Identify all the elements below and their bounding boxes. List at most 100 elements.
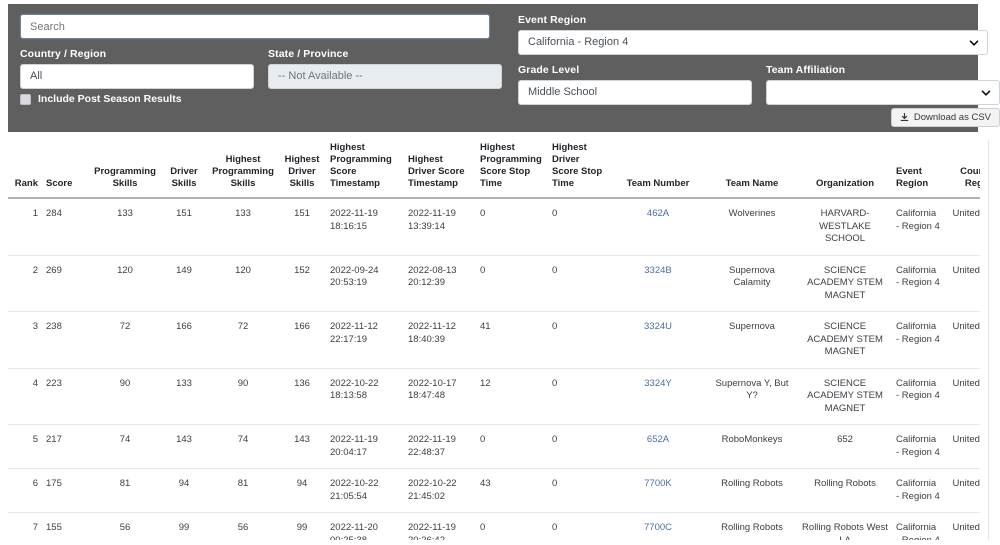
country-state-row: Country / Region All State / Province --… [20,48,502,89]
download-icon [900,113,909,122]
include-post-season-row: Include Post Season Results [20,93,502,106]
cell-event-region: California - Region 4 [892,424,944,469]
column-header-highest-driver-score-stop-time[interactable]: Highest Driver Score Stop Time [548,138,610,199]
cell-team-name: Supernova Calamity [706,255,798,312]
cell-highest-driver-score-timestamp-time: 21:45:02 [408,490,445,502]
table-row: 7 155 56 99 56 99 2022-11-20 00:25:38 2022-11-19… [8,512,980,540]
team-number-link[interactable]: 3324U [644,321,672,332]
grade-affiliation-row: Grade Level Middle School Team Affiliati… [518,64,1000,105]
cell-highest-driver-score-timestamp: 2022-11-19 13:39:14 [404,198,476,256]
team-affiliation-field: Team Affiliation [766,64,1000,105]
filter-column-right: Event Region California - Region 4 Grade… [518,14,1000,127]
column-header-highest-driver-score-timestamp[interactable]: Highest Driver Score Timestamp [404,138,476,199]
event-region-select[interactable]: California - Region 4 [518,30,988,55]
cell-programming-skills: 133 [90,198,160,256]
cell-driver-skills: 99 [160,512,208,540]
filter-panel: Country / Region All State / Province --… [8,4,1000,132]
cell-highest-programming-score-stop-time: 0 [476,424,548,469]
table-row: 5 217 74 143 74 143 2022-11-19 20:04:17 2022-11-… [8,424,980,469]
column-header-highest-programming-skills[interactable]: Highest Programming Skills [208,138,278,199]
cell-team-number: 3324B [610,255,706,312]
cell-highest-driver-score-timestamp-date: 2022-08-13 [408,264,457,276]
cell-highest-programming-skills: 120 [208,255,278,312]
download-csv-button[interactable]: Download as CSV [890,108,1000,127]
cell-highest-programming-score-timestamp: 2022-11-12 22:17:19 [326,311,404,369]
cell-event-region: California - Region 4 [892,512,944,540]
cell-score: 175 [42,468,90,513]
team-number-link[interactable]: 3324Y [644,378,671,389]
cell-driver-skills: 151 [160,198,208,256]
team-number-link[interactable]: 3324B [644,265,671,276]
cell-team-name: Wolverines [706,198,798,256]
cell-country-region: United States [944,368,980,425]
column-header-team-number[interactable]: Team Number [610,138,706,199]
column-header-highest-driver-skills[interactable]: Highest Driver Skills [278,138,326,199]
team-number-link[interactable]: 7700K [644,478,671,489]
cell-score: 223 [42,368,90,425]
country-region-field: Country / Region All [20,48,254,89]
column-header-event-region[interactable]: Event Region [892,138,944,199]
team-affiliation-select[interactable] [766,80,1000,105]
cell-driver-skills: 143 [160,424,208,469]
cell-highest-programming-score-timestamp-time: 22:17:19 [330,333,367,345]
standings-table: Rank Score Programming Skills Driver Ski… [8,138,980,540]
cell-highest-driver-skills: 136 [278,368,326,425]
cell-country-region: United States [944,255,980,312]
cell-programming-skills: 81 [90,468,160,513]
cell-rank: 5 [8,424,42,469]
column-header-country-region[interactable]: Country / Region [944,138,980,199]
cell-organization: Rolling Robots [798,468,892,513]
cell-highest-driver-skills: 143 [278,424,326,469]
cell-rank: 4 [8,368,42,425]
standings-table-container[interactable]: Rank Score Programming Skills Driver Ski… [8,138,980,540]
table-row: 1 284 133 151 133 151 2022-11-19 18:16:15 2022-1… [8,198,980,256]
cell-highest-driver-score-stop-time: 0 [548,368,610,425]
state-province-select: -- Not Available -- [268,64,502,89]
column-header-team-name[interactable]: Team Name [706,138,798,199]
cell-highest-programming-score-timestamp: 2022-09-24 20:53:19 [326,255,404,312]
cell-highest-driver-score-timestamp-date: 2022-11-19 [408,434,456,445]
cell-highest-driver-score-timestamp: 2022-08-13 20:12:39 [404,255,476,312]
state-province-field: State / Province -- Not Available -- [268,48,502,89]
column-header-highest-programming-score-timestamp[interactable]: Highest Programming Score Timestamp [326,138,404,199]
cell-highest-driver-skills: 151 [278,198,326,256]
cell-highest-programming-score-timestamp-time: 21:05:54 [330,490,367,502]
cell-team-number: 3324U [610,311,706,369]
column-header-programming-skills[interactable]: Programming Skills [90,138,160,199]
cell-highest-programming-score-timestamp-time: 18:16:15 [330,220,367,232]
cell-organization: SCIENCE ACADEMY STEM MAGNET [798,368,892,425]
cell-highest-programming-score-timestamp-date: 2022-10-22 [330,478,379,489]
team-number-link[interactable]: 462A [647,208,669,219]
table-header: Rank Score Programming Skills Driver Ski… [8,138,980,199]
cell-highest-programming-score-timestamp-date: 2022-09-24 [330,264,379,276]
cell-highest-programming-skills: 81 [208,468,278,513]
country-region-select[interactable]: All [20,64,254,89]
cell-highest-driver-score-stop-time: 0 [548,468,610,513]
column-header-score[interactable]: Score [42,138,90,199]
cell-highest-driver-score-stop-time: 0 [548,311,610,369]
table-row: 4 223 90 133 90 136 2022-10-22 18:13:58 2022-10-… [8,368,980,425]
cell-organization: SCIENCE ACADEMY STEM MAGNET [798,255,892,312]
cell-country-region: United States [944,311,980,369]
cell-programming-skills: 72 [90,311,160,369]
team-number-link[interactable]: 652A [647,434,669,445]
column-header-organization[interactable]: Organization [798,138,892,199]
cell-score: 217 [42,424,90,469]
cell-score: 269 [42,255,90,312]
grade-level-select[interactable]: Middle School [518,80,752,105]
team-number-link[interactable]: 7700C [644,522,672,533]
cell-organization: 652 [798,424,892,469]
include-post-season-checkbox[interactable] [20,94,31,105]
cell-highest-programming-score-timestamp-date: 2022-11-12 [330,321,378,332]
cell-highest-driver-score-timestamp: 2022-11-12 18:40:39 [404,311,476,369]
table-scrollbar[interactable] [988,140,989,540]
cell-event-region: California - Region 4 [892,198,944,256]
search-input[interactable] [20,14,490,39]
cell-score: 284 [42,198,90,256]
column-header-rank[interactable]: Rank [8,138,42,199]
cell-team-name: Supernova [706,311,798,369]
cell-driver-skills: 149 [160,255,208,312]
column-header-highest-programming-score-stop-time[interactable]: Highest Programming Score Stop Time [476,138,548,199]
country-region-label: Country / Region [20,48,107,60]
column-header-driver-skills[interactable]: Driver Skills [160,138,208,199]
